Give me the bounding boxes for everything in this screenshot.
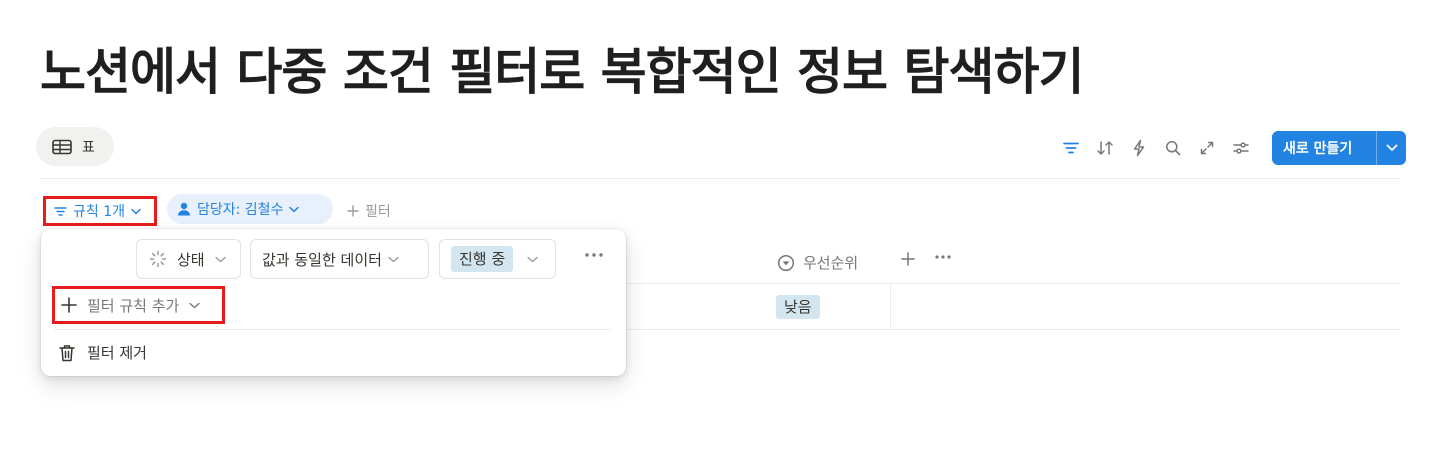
- chevron-down-icon: [131, 208, 141, 214]
- table-icon: [52, 139, 72, 154]
- filter-value-select[interactable]: 진행 중: [439, 239, 556, 279]
- chevron-down-icon: [289, 206, 300, 212]
- settings-icon[interactable]: [1224, 133, 1258, 163]
- database-toolbar: 새로 만들기: [1054, 131, 1406, 165]
- sort-icon[interactable]: [1088, 133, 1122, 163]
- filter-rules-popup: 상태 값과 동일한 데이터 진행 중 필터 규칙 추가 필터 제거: [41, 229, 626, 376]
- filter-property-label: 상태: [177, 250, 205, 269]
- automation-icon[interactable]: [1122, 133, 1156, 163]
- status-icon: [149, 250, 167, 268]
- add-filter-rule-label: 필터 규칙 추가: [87, 296, 180, 315]
- filter-condition-label: 값과 동일한 데이터: [262, 250, 382, 269]
- add-filter-label: 필터: [365, 204, 391, 220]
- chevron-down-icon: [388, 256, 399, 262]
- popup-divider: [54, 329, 611, 330]
- priority-tag[interactable]: 낮음: [776, 295, 820, 319]
- table-header-divider: [626, 283, 1401, 284]
- add-filter-button[interactable]: 필터: [347, 196, 391, 226]
- new-button[interactable]: 새로 만들기: [1272, 131, 1406, 165]
- priority-header-label: 우선순위: [803, 254, 859, 272]
- new-button-label: 새로 만들기: [1283, 141, 1353, 157]
- column-header-priority[interactable]: 우선순위: [777, 252, 858, 273]
- chevron-down-icon: [527, 256, 538, 262]
- chevron-down-icon: [189, 302, 201, 308]
- select-property-icon: [777, 254, 795, 271]
- view-tab-table[interactable]: 표: [36, 127, 114, 166]
- filter-icon[interactable]: [1054, 133, 1088, 163]
- filter-icon: [54, 206, 67, 216]
- chevron-down-icon[interactable]: [1377, 144, 1406, 152]
- rule-count-chip[interactable]: 규칙 1개: [43, 196, 157, 226]
- filter-property-select[interactable]: 상태: [136, 239, 241, 279]
- more-icon[interactable]: [934, 249, 952, 268]
- expand-icon[interactable]: [1190, 133, 1224, 163]
- assignee-filter-label: 담당자: 김철수: [197, 202, 284, 218]
- chevron-down-icon: [214, 256, 226, 262]
- plus-icon: [61, 297, 77, 313]
- plus-icon: [347, 205, 359, 217]
- table-row-divider: [626, 329, 1401, 330]
- remove-filter-label: 필터 제거: [87, 344, 147, 362]
- remove-filter-button[interactable]: 필터 제거: [59, 342, 147, 363]
- trash-icon: [59, 344, 75, 361]
- person-icon: [178, 202, 190, 216]
- assignee-filter-chip[interactable]: 담당자: 김철수: [167, 194, 333, 224]
- rule-count-label: 규칙 1개: [73, 204, 125, 220]
- toolbar-divider: [40, 178, 1401, 179]
- page-title: 노션에서 다중 조건 필터로 복합적인 정보 탐색하기: [40, 43, 1084, 101]
- add-column-icon[interactable]: [901, 250, 915, 271]
- filter-condition-select[interactable]: 값과 동일한 데이터: [250, 239, 429, 279]
- view-tab-label: 표: [82, 139, 95, 156]
- filter-value-tag: 진행 중: [451, 246, 514, 272]
- search-icon[interactable]: [1156, 133, 1190, 163]
- column-divider: [890, 284, 891, 329]
- table-header-row: 우선순위: [765, 240, 1401, 284]
- add-filter-rule-button[interactable]: 필터 규칙 추가: [52, 286, 225, 324]
- more-icon[interactable]: [584, 247, 604, 266]
